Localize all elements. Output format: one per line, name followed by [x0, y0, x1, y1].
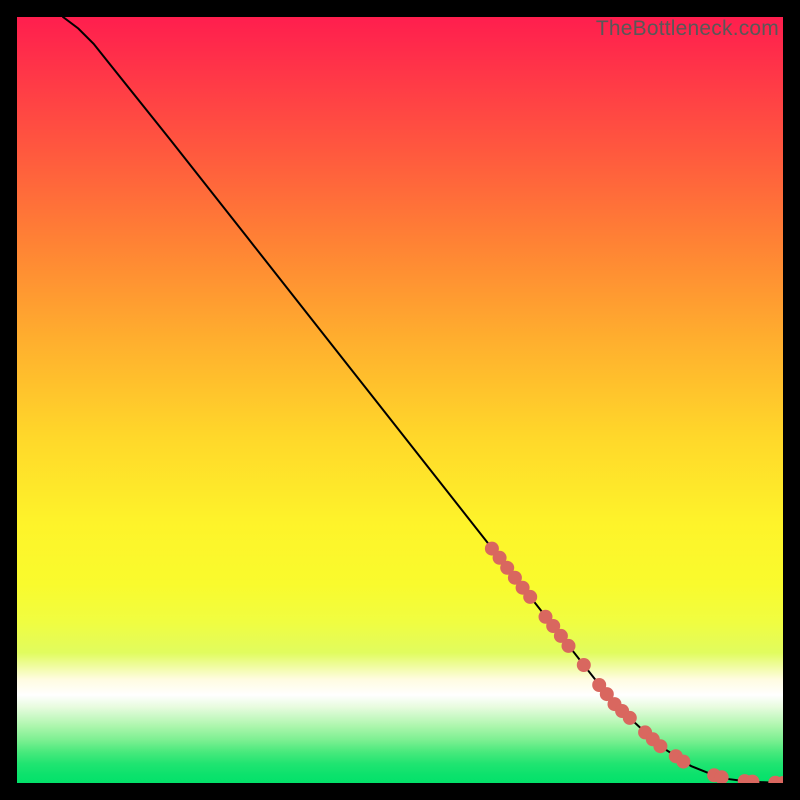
watermark-text: TheBottleneck.com — [596, 17, 779, 41]
gradient-background — [17, 17, 783, 783]
plot-area: TheBottleneck.com — [17, 17, 783, 783]
